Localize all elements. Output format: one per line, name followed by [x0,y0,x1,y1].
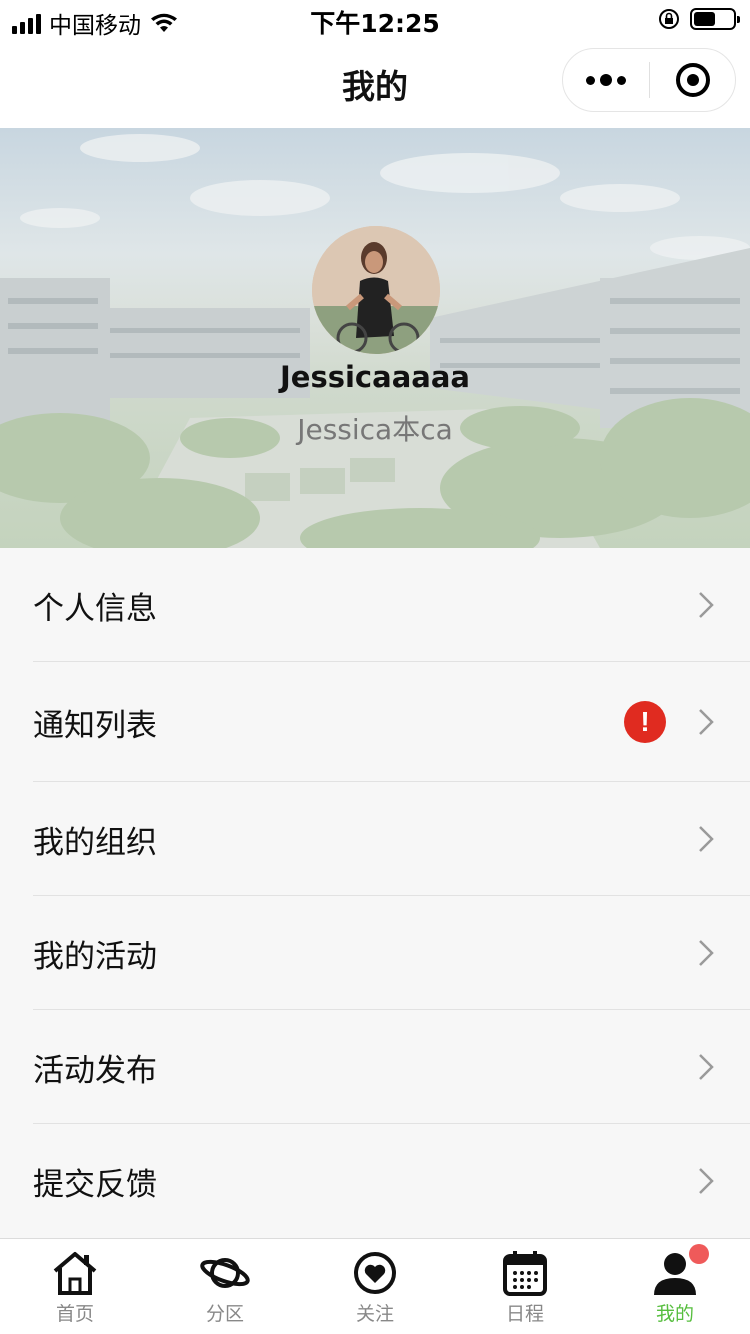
heart-icon [354,1252,396,1294]
menu-item-my-activities[interactable]: 我的活动 [0,896,750,1010]
menu-item-label: 活动发布 [33,1052,157,1089]
username: Jessicaaaaa [280,360,470,394]
tab-label: 关注 [355,1303,394,1325]
chevron-right-icon [699,1054,714,1080]
profile-header: Jessicaaaaa Jessica本ca [0,128,750,548]
menu-item-notifications[interactable]: 通知列表 ! [0,662,750,782]
target-icon [675,63,710,97]
battery-icon [690,8,740,30]
alert-badge: ! [624,701,666,743]
menu-item-my-organization[interactable]: 我的组织 [0,782,750,896]
chevron-right-icon [699,592,714,618]
close-button[interactable] [650,49,735,111]
tab-mine[interactable]: 我的 [600,1239,750,1334]
more-button[interactable] [563,49,649,111]
menu-item-label: 提交反馈 [33,1166,157,1203]
chevron-right-icon [699,1168,714,1194]
menu-item-submit-feedback[interactable]: 提交反馈 [0,1124,750,1238]
tab-zones[interactable]: 分区 [150,1239,300,1334]
tab-label: 分区 [205,1303,244,1325]
navigation-bar: 我的 [0,40,750,128]
battery-level [694,12,715,26]
tab-label: 我的 [655,1303,694,1325]
home-icon [53,1252,97,1295]
menu-item-label: 个人信息 [33,590,157,627]
chevron-right-icon [699,826,714,852]
tab-schedule[interactable]: 日程 [450,1239,600,1334]
menu-item-label: 通知列表 [33,707,157,744]
status-time: 下午12:25 [310,9,440,38]
menu-item-label: 我的活动 [33,938,157,975]
calendar-icon [503,1251,547,1296]
status-right [658,8,740,30]
status-bar: 中国移动 下午12:25 [0,0,750,40]
chevron-right-icon [699,940,714,966]
tab-bar: 首页 分区 关注 日程 我的 [0,1238,750,1334]
tab-label: 首页 [55,1303,94,1325]
avatar[interactable] [312,226,440,354]
menu-item-profile-info[interactable]: 个人信息 [0,548,750,662]
more-dot-icon [617,75,626,85]
planet-icon [200,1258,250,1288]
more-dot-icon [600,74,612,86]
menu-item-publish-activity[interactable]: 活动发布 [0,1010,750,1124]
notification-dot [689,1244,709,1264]
tab-home[interactable]: 首页 [0,1239,150,1334]
mini-program-capsule [562,48,736,112]
more-dot-icon [586,75,595,85]
tab-label: 日程 [505,1303,544,1325]
menu-item-label: 我的组织 [33,824,157,861]
chevron-right-icon [699,709,714,735]
avatar-photo [312,226,440,354]
menu-list: 个人信息 通知列表 ! 我的组织 我的活动 活动发布 提交反馈 [0,548,750,1238]
nickname: Jessica本ca [297,413,453,446]
tab-follow[interactable]: 关注 [300,1239,450,1334]
orientation-lock-icon [659,9,679,29]
